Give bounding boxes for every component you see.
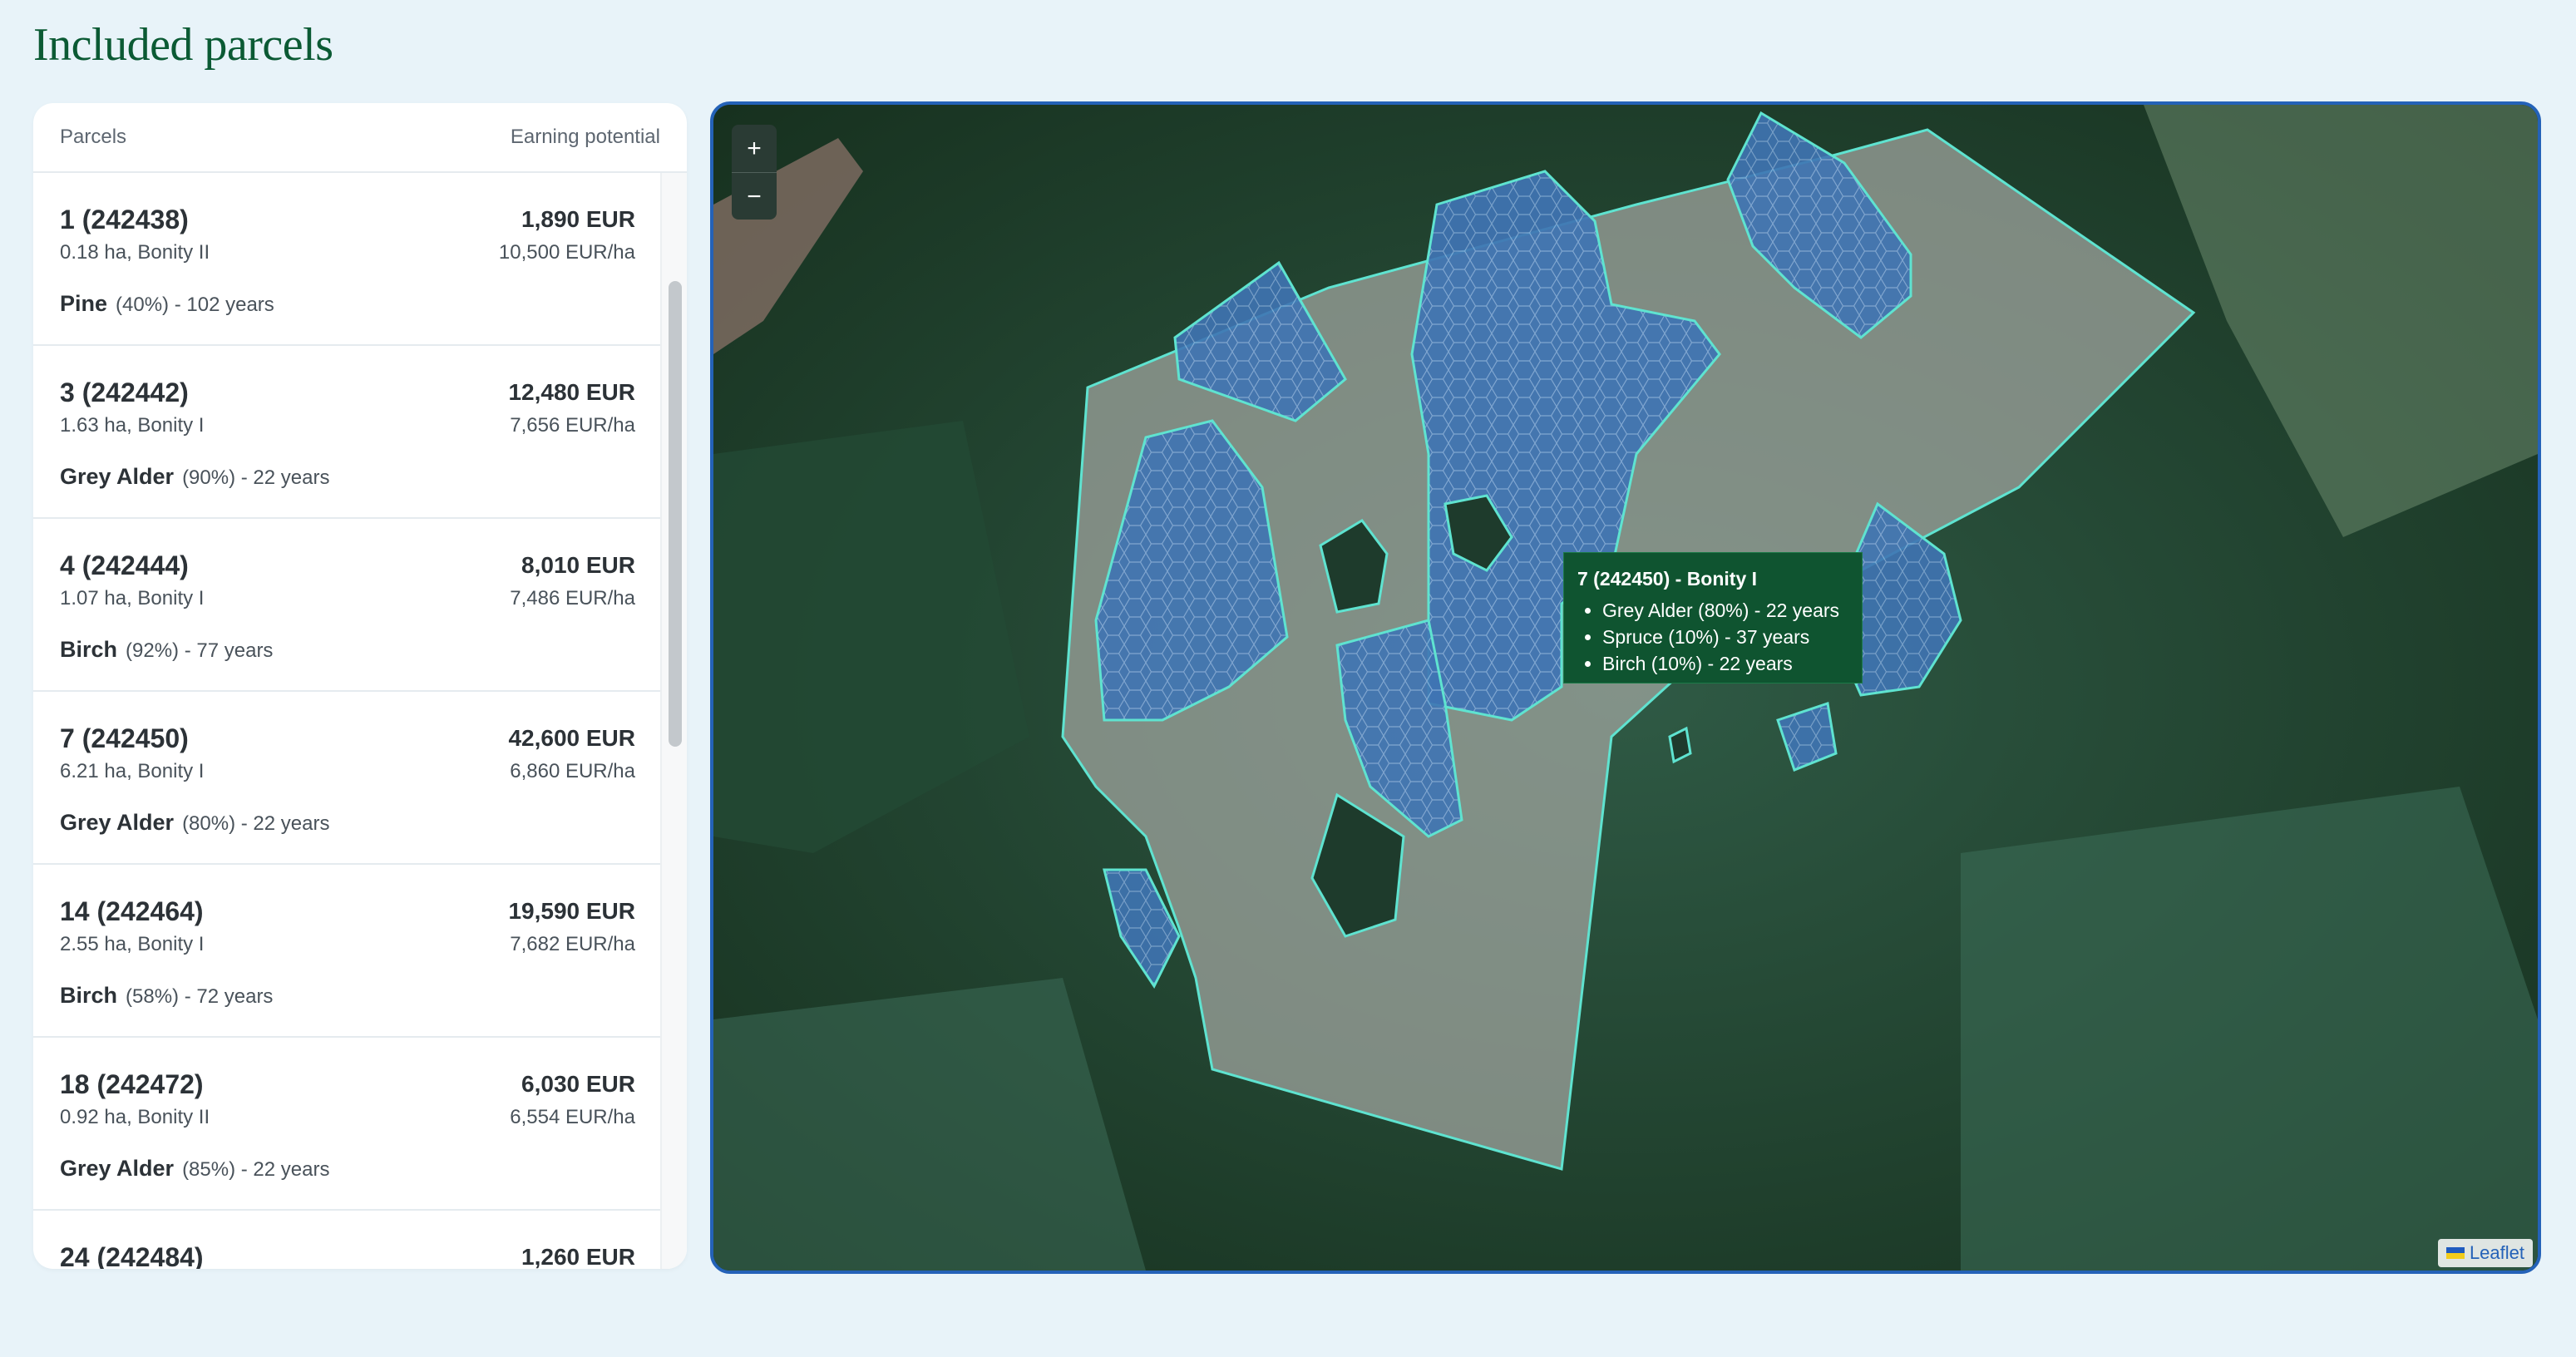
parcel-list-panel: Parcels Earning potential 1 (242438) 0.1…: [33, 103, 687, 1269]
zoom-out-button[interactable]: −: [732, 173, 777, 220]
map-attribution[interactable]: Leaflet: [2437, 1239, 2533, 1267]
header-earning-label: Earning potential: [510, 126, 660, 148]
parcel-species: Grey Alder (85%) - 22 years: [60, 1156, 329, 1182]
parcel-list-item[interactable]: 3 (242442) 1.63 ha, Bonity I Grey Alder (…: [33, 346, 662, 519]
parcel-earning: 6,030 EUR: [521, 1071, 635, 1097]
species-name: Pine: [60, 291, 108, 316]
page-title: Included parcels: [33, 19, 333, 71]
species-detail: (92%) - 77 years: [126, 639, 274, 662]
parcel-name: 4 (242444): [60, 550, 189, 580]
parcel-meta: 0.18 ha, Bonity II: [60, 241, 210, 264]
parcel-earning: 42,600 EUR: [508, 725, 635, 751]
parcel-meta: 1.63 ha, Bonity I: [60, 414, 205, 437]
parcel-list-item[interactable]: 4 (242444) 1.07 ha, Bonity I Birch (92%) …: [33, 519, 662, 692]
parcel-earning-per-ha: 10,500 EUR/ha: [498, 241, 635, 264]
attribution-link[interactable]: Leaflet: [2470, 1242, 2524, 1264]
parcel-list-item[interactable]: 14 (242464) 2.55 ha, Bonity I Birch (58%)…: [33, 865, 662, 1038]
parcel-meta: 6.21 ha, Bonity I: [60, 760, 205, 782]
species-detail: (90%) - 22 years: [182, 466, 330, 489]
zoom-in-button[interactable]: +: [732, 125, 777, 173]
parcel-earning: 1,260 EUR: [521, 1244, 635, 1269]
parcel-map[interactable]: + − 7 (242450) - Bonity I Grey Alder (80…: [710, 101, 2541, 1274]
parcel-earning-per-ha: 7,682 EUR/ha: [510, 933, 635, 955]
parcel-meta: 0.92 ha, Bonity II: [60, 1106, 210, 1128]
parcel-earning: 1,890 EUR: [521, 206, 635, 232]
species-detail: (58%) - 72 years: [126, 985, 274, 1008]
species-detail: (40%) - 102 years: [116, 294, 274, 316]
parcel-name: 18 (242472): [60, 1069, 204, 1099]
ukraine-flag-icon: [2445, 1247, 2465, 1259]
species-name: Birch: [60, 983, 118, 1008]
parcel-list-item[interactable]: 7 (242450) 6.21 ha, Bonity I Grey Alder (…: [33, 692, 662, 865]
parcel-species: Grey Alder (90%) - 22 years: [60, 464, 329, 490]
parcel-earning-per-ha: 6,554 EUR/ha: [510, 1106, 635, 1128]
species-name: Grey Alder: [60, 1156, 175, 1181]
zoom-control: + −: [732, 125, 777, 220]
species-name: Grey Alder: [60, 464, 175, 489]
species-name: Grey Alder: [60, 810, 175, 835]
parcel-list-item[interactable]: 24 (242484) 1,260 EUR: [33, 1211, 662, 1269]
satellite-map-image: [713, 105, 2538, 1271]
parcel-earning-per-ha: 6,860 EUR/ha: [510, 760, 635, 782]
tooltip-species-item: Spruce (10%) - 37 years: [1602, 624, 1848, 650]
parcel-name: 24 (242484): [60, 1242, 204, 1269]
parcel-species: Pine (40%) - 102 years: [60, 291, 274, 317]
tooltip-title: 7 (242450) - Bonity I: [1577, 568, 1758, 590]
parcel-earning-per-ha: 7,486 EUR/ha: [510, 587, 635, 609]
species-name: Birch: [60, 637, 118, 662]
species-detail: (85%) - 22 years: [182, 1158, 330, 1181]
parcel-species: Birch (58%) - 72 years: [60, 983, 273, 1009]
parcel-species: Birch (92%) - 77 years: [60, 637, 273, 663]
parcel-list: 1 (242438) 0.18 ha, Bonity II Pine (40%) …: [33, 173, 662, 1269]
tooltip-species-item: Grey Alder (80%) - 22 years: [1602, 597, 1848, 624]
parcel-name: 14 (242464): [60, 896, 204, 926]
parcel-name: 1 (242438): [60, 205, 189, 234]
parcel-meta: 2.55 ha, Bonity I: [60, 933, 205, 955]
header-parcels-label: Parcels: [60, 126, 127, 148]
scrollbar-thumb[interactable]: [669, 281, 682, 747]
tooltip-species-item: Birch (10%) - 22 years: [1602, 650, 1848, 677]
parcel-meta: 1.07 ha, Bonity I: [60, 587, 205, 609]
parcel-earning-per-ha: 7,656 EUR/ha: [510, 414, 635, 437]
species-detail: (80%) - 22 years: [182, 812, 330, 835]
parcel-list-item[interactable]: 18 (242472) 0.92 ha, Bonity II Grey Alde…: [33, 1038, 662, 1211]
parcel-name: 7 (242450): [60, 723, 189, 753]
parcel-earning: 8,010 EUR: [521, 552, 635, 578]
parcel-earning: 19,590 EUR: [508, 898, 635, 924]
field-patch: [1961, 787, 2538, 1271]
parcel-name: 3 (242442): [60, 377, 189, 407]
parcel-tooltip: 7 (242450) - Bonity I Grey Alder (80%) -…: [1563, 552, 1863, 683]
parcel-species: Grey Alder (80%) - 22 years: [60, 810, 329, 836]
parcel-list-header: Parcels Earning potential: [33, 103, 687, 173]
parcel-earning: 12,480 EUR: [508, 379, 635, 405]
parcel-list-item[interactable]: 1 (242438) 0.18 ha, Bonity II Pine (40%) …: [33, 173, 662, 346]
list-scrollbar[interactable]: [660, 173, 687, 1269]
tooltip-species-list: Grey Alder (80%) - 22 years Spruce (10%)…: [1577, 597, 1848, 677]
